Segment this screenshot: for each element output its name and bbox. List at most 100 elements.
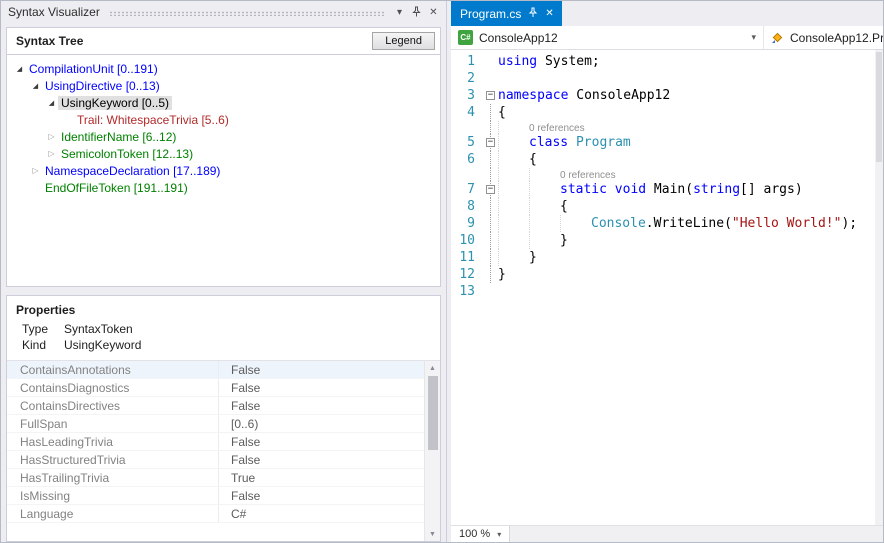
outlining-margin — [485, 198, 498, 215]
code-text: } — [498, 232, 883, 249]
tree-node[interactable]: ▷SemicolonToken [12..13) — [7, 145, 440, 162]
zoom-control[interactable]: 100 % ▾ — [451, 526, 510, 542]
legend-button[interactable]: Legend — [372, 32, 435, 50]
expander-icon[interactable]: ▷ — [29, 166, 42, 175]
code-token: { — [560, 199, 568, 214]
vs-window: Syntax Visualizer ▾ ✕ Syntax Tree Legend… — [0, 0, 884, 543]
scrollbar-thumb[interactable] — [428, 376, 438, 450]
tree-node[interactable]: ▷IdentifierName [6..12) — [7, 128, 440, 145]
property-row[interactable]: FullSpan[0..6) — [7, 415, 424, 433]
code-token — [568, 135, 576, 150]
tree-node[interactable]: ◢UsingDirective [0..13) — [7, 77, 440, 94]
tab-program-cs[interactable]: Program.cs ✕ — [451, 1, 562, 26]
property-row[interactable]: ContainsAnnotationsFalse — [7, 361, 424, 379]
code-line: 6{ — [451, 151, 883, 168]
editor-scrollbar-thumb[interactable] — [876, 52, 882, 162]
tree-node[interactable]: ◢CompilationUnit [0..191) — [7, 60, 440, 77]
property-name: HasStructuredTrivia — [7, 451, 219, 468]
pin-icon[interactable] — [408, 4, 425, 21]
property-row[interactable]: ContainsDiagnosticsFalse — [7, 379, 424, 397]
code-token: System; — [537, 54, 600, 69]
indent-guide — [498, 181, 529, 198]
code-token — [607, 182, 615, 197]
property-name: HasTrailingTrivia — [7, 469, 219, 486]
horizontal-scrollbar[interactable] — [510, 526, 883, 542]
property-name: ContainsDirectives — [7, 397, 219, 414]
editor-scrollbar[interactable] — [875, 50, 883, 525]
tool-window-body: Syntax Tree Legend ◢CompilationUnit [0..… — [1, 23, 446, 542]
expander-icon[interactable]: ◢ — [13, 65, 26, 73]
expander-icon[interactable]: ▷ — [45, 149, 58, 158]
property-value: C# — [219, 505, 246, 522]
chevron-down-icon: ▾ — [497, 530, 501, 539]
property-name: FullSpan — [7, 415, 219, 432]
property-row[interactable]: HasTrailingTriviaTrue — [7, 469, 424, 487]
property-name: Language — [7, 505, 219, 522]
kind-row: Kind UsingKeyword — [7, 337, 440, 353]
property-row[interactable]: LanguageC# — [7, 505, 424, 523]
csharp-project-icon: C# — [458, 30, 473, 45]
indent-guide — [529, 168, 560, 181]
close-icon[interactable]: ✕ — [425, 4, 442, 21]
zoom-level: 100 % — [459, 528, 490, 540]
codelens-row: 0 references — [451, 121, 883, 134]
code-token: } — [529, 250, 537, 265]
code-line: 12} — [451, 266, 883, 283]
code-line: 3−namespace ConsoleApp12 — [451, 87, 883, 104]
property-value: False — [219, 487, 260, 504]
syntax-visualizer-panel: Syntax Visualizer ▾ ✕ Syntax Tree Legend… — [1, 1, 447, 542]
tab-close-icon[interactable]: ✕ — [545, 8, 553, 19]
outlining-margin: − — [485, 87, 498, 104]
tool-window-titlebar[interactable]: Syntax Visualizer ▾ ✕ — [1, 1, 446, 23]
property-row[interactable]: ContainsDirectivesFalse — [7, 397, 424, 415]
tree-node-label: UsingDirective [0..13) — [42, 79, 163, 93]
tree-node-label: NamespaceDeclaration [17..189) — [42, 164, 223, 178]
tab-strip: Program.cs ✕ — [451, 1, 883, 26]
expander-icon[interactable]: ◢ — [45, 99, 58, 107]
line-number: 8 — [451, 198, 485, 215]
property-row[interactable]: HasLeadingTriviaFalse — [7, 433, 424, 451]
line-number: 11 — [451, 249, 485, 266]
line-number: 3 — [451, 87, 485, 104]
properties-title: Properties — [7, 296, 440, 320]
code-text — [498, 283, 883, 300]
expander-icon[interactable]: ◢ — [29, 82, 42, 90]
type-dropdown[interactable]: ConsoleApp12.Pro — [763, 26, 883, 49]
line-number: 7 — [451, 181, 485, 198]
code-line: 10} — [451, 232, 883, 249]
outlining-margin — [485, 215, 498, 232]
property-value: False — [219, 379, 260, 396]
property-row[interactable]: HasStructuredTriviaFalse — [7, 451, 424, 469]
property-value: False — [219, 397, 260, 414]
property-row[interactable]: IsMissingFalse — [7, 487, 424, 505]
scroll-up-icon[interactable]: ▲ — [425, 361, 440, 375]
code-token: Main( — [646, 182, 693, 197]
indent-guide — [529, 215, 560, 232]
code-token: 0 references — [560, 170, 616, 181]
class-icon — [771, 31, 784, 44]
kind-value: UsingKeyword — [64, 338, 141, 352]
collapse-box-icon[interactable]: − — [486, 185, 495, 194]
code-rows: 1using System;23−namespace ConsoleApp124… — [451, 53, 883, 300]
tab-pin-icon[interactable] — [528, 7, 538, 21]
chevron-down-icon: ▾ — [751, 32, 756, 43]
tree-node[interactable]: ◢UsingKeyword [0..5) — [7, 94, 440, 111]
tree-node[interactable]: ▷NamespaceDeclaration [17..189) — [7, 162, 440, 179]
tree-node[interactable]: Trail: WhitespaceTrivia [5..6) — [7, 111, 440, 128]
type-row: Type SyntaxToken — [7, 321, 440, 337]
indent-guide — [498, 134, 529, 151]
tree-node-label: SemicolonToken [12..13) — [58, 147, 196, 161]
properties-group: Properties Type SyntaxToken Kind UsingKe… — [6, 295, 441, 542]
code-line: 2 — [451, 70, 883, 87]
line-number — [451, 121, 485, 134]
collapse-box-icon[interactable]: − — [486, 91, 495, 100]
project-dropdown[interactable]: C# ConsoleApp12 ▾ — [451, 26, 763, 49]
tree-node[interactable]: EndOfFileToken [191..191) — [7, 179, 440, 196]
scroll-down-icon[interactable]: ▼ — [425, 527, 440, 541]
window-position-icon[interactable]: ▾ — [391, 4, 408, 21]
expander-icon[interactable]: ▷ — [45, 132, 58, 141]
properties-scrollbar[interactable]: ▲ ▼ — [424, 361, 440, 541]
code-token: ConsoleApp12 — [568, 88, 670, 103]
collapse-box-icon[interactable]: − — [486, 138, 495, 147]
code-editor[interactable]: 1using System;23−namespace ConsoleApp124… — [451, 50, 883, 525]
